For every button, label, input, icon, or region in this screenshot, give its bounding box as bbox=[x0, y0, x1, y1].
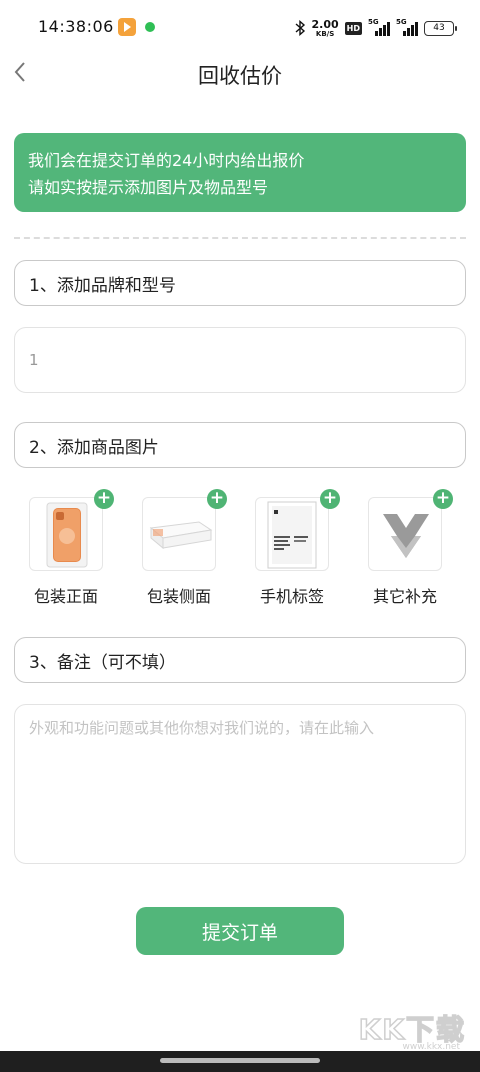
network-speed-unit: KB/S bbox=[315, 29, 335, 38]
photo-slot-phone-label[interactable]: + 手机标签 bbox=[241, 489, 340, 608]
photo-slot-label: 其它补充 bbox=[372, 587, 437, 606]
section-brand-model-header: 1、添加品牌和型号 bbox=[14, 260, 466, 306]
submit-order-button[interactable]: 提交订单 bbox=[136, 907, 344, 955]
notice-banner: 我们会在提交订单的24小时内给出报价 请如实按提示添加图片及物品型号 bbox=[14, 133, 466, 212]
status-time: 14:38:06 bbox=[38, 17, 114, 36]
photo-slot-box-front[interactable]: + 包装正面 bbox=[15, 489, 114, 608]
remarks-textarea[interactable] bbox=[14, 704, 466, 864]
section-photos-label: 2、添加商品图片 bbox=[29, 437, 159, 458]
gesture-navigation-bar bbox=[0, 1051, 480, 1072]
section-remarks-label: 3、备注（可不填） bbox=[29, 652, 176, 673]
nav-bar: 回收估价 bbox=[0, 50, 480, 96]
watermark-logo: KK下载 www.kkx.net bbox=[354, 1008, 466, 1052]
brand-model-input[interactable] bbox=[14, 327, 466, 393]
network-speed: 2.00 KB/S bbox=[312, 19, 339, 38]
home-indicator[interactable] bbox=[160, 1058, 320, 1063]
placeholder-logo-icon bbox=[383, 514, 429, 558]
photo-frame[interactable] bbox=[29, 497, 103, 571]
photo-frame[interactable] bbox=[142, 497, 216, 571]
notice-line-2: 请如实按提示添加图片及物品型号 bbox=[28, 178, 269, 197]
phone-box-side-icon bbox=[149, 521, 213, 550]
dashed-divider bbox=[14, 237, 466, 239]
network-speed-value: 2.00 bbox=[311, 17, 339, 31]
phone-label-icon bbox=[267, 501, 317, 569]
signal-icon: 5G bbox=[396, 18, 418, 36]
battery-level: 43 bbox=[433, 22, 445, 33]
signal-icon: 5G bbox=[368, 18, 390, 36]
photo-frame[interactable] bbox=[255, 497, 329, 571]
photo-slot-box-side[interactable]: + 包装侧面 bbox=[128, 489, 227, 608]
battery-icon: 43 bbox=[424, 20, 457, 36]
status-bar: 14:38:06 2.00 KB/S HD 5G 5G 43 bbox=[0, 0, 480, 56]
notice-line-1: 我们会在提交订单的24小时内给出报价 bbox=[28, 151, 305, 170]
chat-app-icon bbox=[145, 22, 155, 32]
section-brand-model-label: 1、添加品牌和型号 bbox=[29, 275, 176, 296]
page-title: 回收估价 bbox=[198, 64, 282, 88]
add-photo-icon[interactable]: + bbox=[207, 489, 227, 509]
status-indicators: 2.00 KB/S HD 5G 5G 43 bbox=[294, 16, 457, 40]
photo-slot-other[interactable]: + 其它补充 bbox=[354, 489, 453, 608]
photo-frame[interactable] bbox=[368, 497, 442, 571]
hd-badge: HD bbox=[344, 21, 362, 35]
section-remarks-header: 3、备注（可不填） bbox=[14, 637, 466, 683]
add-photo-icon[interactable]: + bbox=[433, 489, 453, 509]
add-photo-icon[interactable]: + bbox=[94, 489, 114, 509]
add-photo-icon[interactable]: + bbox=[320, 489, 340, 509]
photo-slot-label: 手机标签 bbox=[259, 587, 324, 606]
photo-slot-label: 包装正面 bbox=[33, 587, 98, 606]
photo-slot-label: 包装侧面 bbox=[146, 587, 211, 606]
section-photos-header: 2、添加商品图片 bbox=[14, 422, 466, 468]
photo-upload-grid: + 包装正面 + 包装侧面 + 手机标签 + 其它补充 bbox=[0, 489, 480, 613]
bluetooth-icon bbox=[295, 20, 305, 36]
phone-box-front-icon bbox=[46, 502, 88, 568]
video-app-icon bbox=[118, 18, 136, 36]
